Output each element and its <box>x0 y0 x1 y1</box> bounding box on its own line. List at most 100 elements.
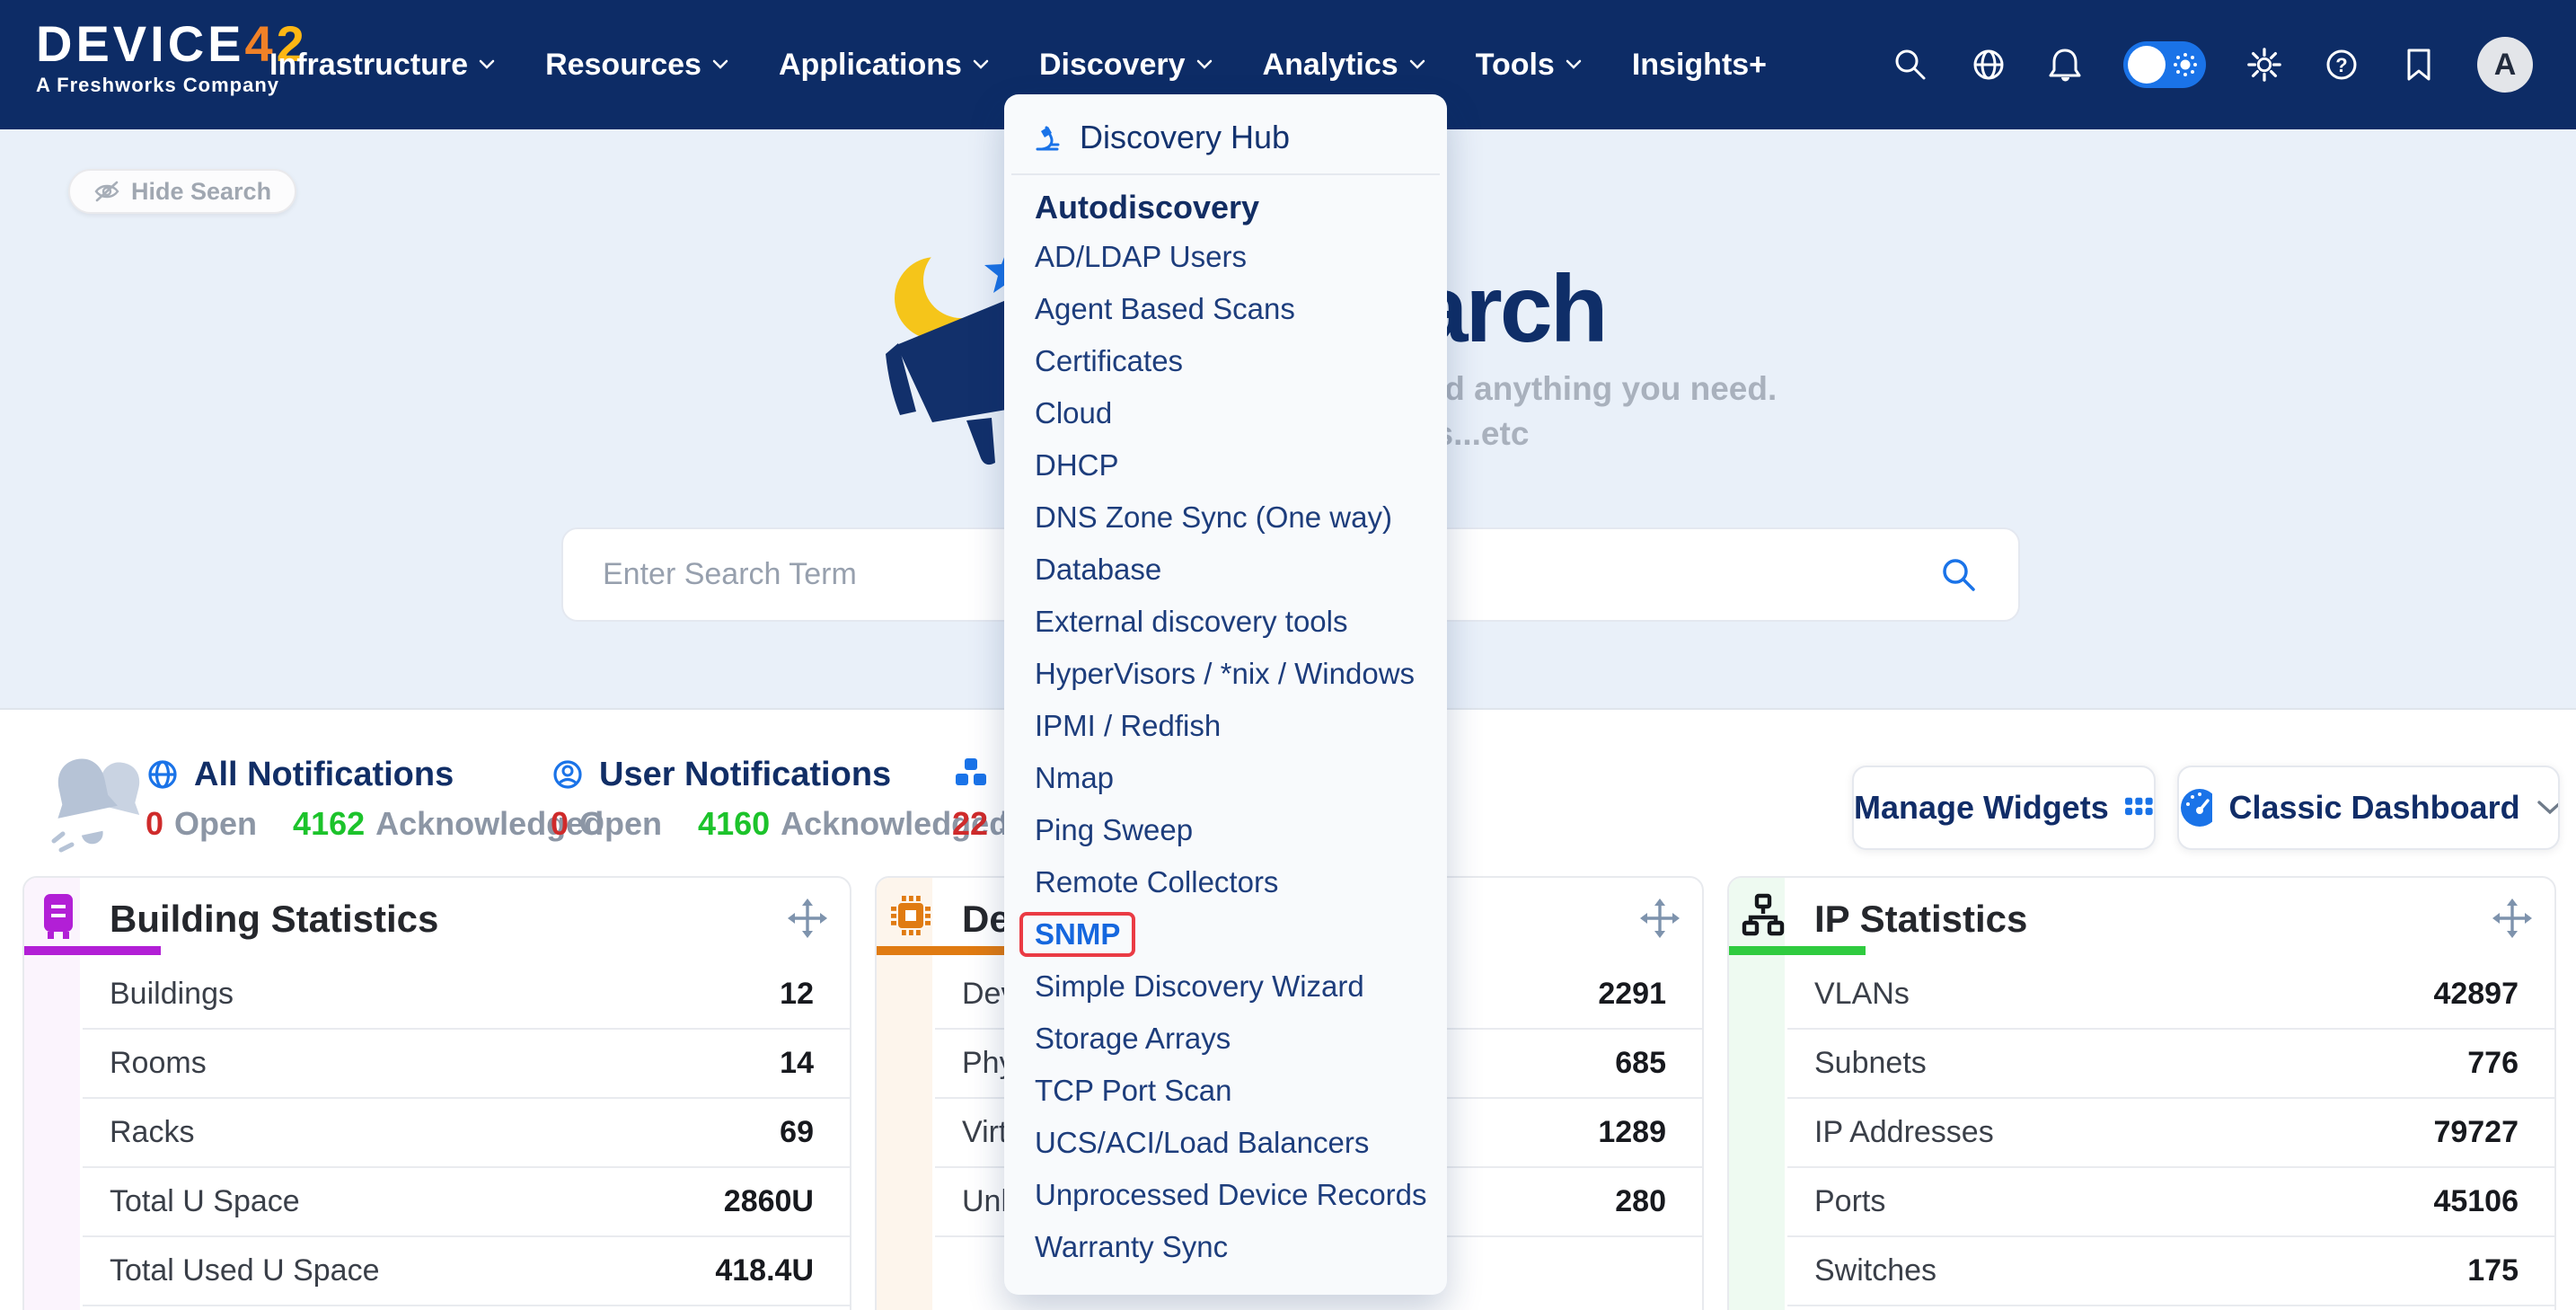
discovery-dropdown-menu: Discovery Hub Autodiscovery AD/LDAP User… <box>1004 94 1447 1295</box>
search-submit-icon[interactable] <box>1939 555 1979 595</box>
user-notifications-link[interactable]: User Notifications <box>551 755 1009 794</box>
group-label: All Notifications <box>194 756 454 794</box>
table-row[interactable]: Total Used U Space418.4U <box>83 1237 850 1306</box>
menu-item-remote-collectors[interactable]: Remote Collectors <box>1004 856 1447 908</box>
hide-search-label: Hide Search <box>131 178 271 206</box>
microscope-icon <box>1031 121 1063 154</box>
discovery-hub-label: Discovery Hub <box>1080 119 1290 156</box>
chevron-down-icon <box>1196 59 1213 70</box>
widget-title: Building Statistics <box>110 898 438 941</box>
device42-dashboard: DEVICE42 A Freshworks Company Infrastruc… <box>0 0 2576 1310</box>
menu-item-discovery-hub[interactable]: Discovery Hub <box>1004 111 1447 164</box>
menu-item-tcp-port-scan[interactable]: TCP Port Scan <box>1004 1065 1447 1117</box>
menu-item-dns-zone-sync[interactable]: DNS Zone Sync (One way) <box>1004 491 1447 544</box>
menu-item-snmp[interactable]: SNMP <box>1004 908 1447 960</box>
group-label: User Notifications <box>599 756 891 794</box>
table-row[interactable]: Subnets776 <box>1787 1030 2554 1099</box>
move-widget-handle[interactable] <box>1639 898 1681 939</box>
menu-item-warranty-sync[interactable]: Warranty Sync <box>1004 1221 1447 1273</box>
help-icon[interactable]: ? <box>2323 46 2360 84</box>
menu-item-storage-arrays[interactable]: Storage Arrays <box>1004 1013 1447 1065</box>
dashboard-selector-label: Classic Dashboard <box>2228 789 2519 827</box>
widget-accent-bar <box>24 946 161 955</box>
user-avatar[interactable]: A <box>2477 37 2533 93</box>
widget-title: IP Statistics <box>1814 898 2027 941</box>
menu-item-unprocessed-device-records[interactable]: Unprocessed Device Records <box>1004 1169 1447 1221</box>
device42-logo[interactable]: DEVICE42 A Freshworks Company <box>36 18 308 97</box>
cubes-icon <box>952 757 990 792</box>
menu-item-ad-ldap-users[interactable]: AD/LDAP Users <box>1004 231 1447 283</box>
cpu-chip-icon <box>887 890 934 941</box>
eye-off-icon <box>93 180 120 203</box>
globe-icon <box>146 757 180 792</box>
navbar-actions: ? A <box>1892 0 2533 129</box>
all-notifications-counts[interactable]: 0 Open 4162 Acknowledged <box>146 805 604 843</box>
menu-item-ping-sweep[interactable]: Ping Sweep <box>1004 804 1447 856</box>
open-count: 0 <box>551 805 569 843</box>
menu-item-ucs-aci-load-balancers[interactable]: UCS/ACI/Load Balancers <box>1004 1117 1447 1169</box>
table-row[interactable]: Buildings12 <box>83 960 850 1030</box>
menu-item-nmap[interactable]: Nmap <box>1004 752 1447 804</box>
menu-item-database[interactable]: Database <box>1004 544 1447 596</box>
user-notifications-counts[interactable]: 0 Open 4160 Acknowledged <box>551 805 1009 843</box>
ip-statistics-widget: IP Statistics VLANs42897 Subnets776 IP A… <box>1727 876 2556 1310</box>
notifications-bell-icon[interactable] <box>2046 46 2084 84</box>
hide-search-button[interactable]: Hide Search <box>68 169 296 214</box>
search-icon[interactable] <box>1892 46 1929 84</box>
menu-item-hypervisors-nix-windows[interactable]: HyperVisors / *nix / Windows <box>1004 648 1447 700</box>
menu-item-certificates[interactable]: Certificates <box>1004 335 1447 387</box>
chevron-down-icon <box>479 59 495 70</box>
settings-gear-icon[interactable] <box>2245 46 2283 84</box>
table-row[interactable]: Rooms14 <box>83 1030 850 1099</box>
table-row[interactable]: Switches175 <box>1787 1237 2554 1306</box>
move-widget-handle[interactable] <box>787 898 828 939</box>
dashboard-selector[interactable]: Classic Dashboard <box>2177 766 2560 850</box>
widget-rows: Buildings12 Rooms14 Racks69 Total U Spac… <box>83 960 850 1310</box>
bells-illustration <box>47 744 147 855</box>
menu-infrastructure[interactable]: Infrastructure <box>269 48 495 83</box>
menu-section-autodiscovery: Autodiscovery <box>1004 184 1447 231</box>
table-row[interactable]: IP Addresses79727 <box>1787 1099 2554 1168</box>
menu-tools[interactable]: Tools <box>1476 48 1582 83</box>
menu-insights[interactable]: Insights+ <box>1632 48 1767 83</box>
table-row[interactable]: Total U Space2860U <box>83 1168 850 1237</box>
menu-resources[interactable]: Resources <box>545 48 728 83</box>
menu-item-ipmi-redfish[interactable]: IPMI / Redfish <box>1004 700 1447 752</box>
bookmark-icon[interactable] <box>2400 46 2438 84</box>
ack-count: 4160 <box>698 805 770 843</box>
widget-rows: VLANs42897 Subnets776 IP Addresses79727 … <box>1787 960 2554 1310</box>
table-row[interactable] <box>83 1306 850 1310</box>
menu-item-external-discovery-tools[interactable]: External discovery tools <box>1004 596 1447 648</box>
manage-widgets-button[interactable]: Manage Widgets <box>1852 766 2156 850</box>
menu-divider <box>1011 173 1440 175</box>
logo-text: DEVICE42 <box>36 18 308 70</box>
widget-accent-bar <box>1729 946 1866 955</box>
open-count: 0 <box>146 805 163 843</box>
table-row[interactable]: Ports45106 <box>1787 1168 2554 1237</box>
toggle-knob <box>2128 46 2166 84</box>
building-statistics-widget: Building Statistics Buildings12 Rooms14 … <box>22 876 851 1310</box>
menu-applications[interactable]: Applications <box>779 48 989 83</box>
snmp-highlight-box: SNMP <box>1019 912 1135 957</box>
widget-accent-strip <box>1729 878 1785 1310</box>
menu-analytics[interactable]: Analytics <box>1263 48 1425 83</box>
globe-icon[interactable] <box>1969 46 2007 84</box>
svg-text:?: ? <box>2335 54 2347 76</box>
avatar-letter: A <box>2494 48 2517 83</box>
all-notifications-group: All Notifications 0 Open 4162 Acknowledg… <box>146 755 604 843</box>
menu-item-simple-discovery-wizard[interactable]: Simple Discovery Wizard <box>1004 960 1447 1013</box>
menu-item-cloud[interactable]: Cloud <box>1004 387 1447 439</box>
all-notifications-link[interactable]: All Notifications <box>146 755 604 794</box>
widget-accent-bar <box>877 946 1013 955</box>
table-row[interactable] <box>1787 1306 2554 1310</box>
table-row[interactable]: VLANs42897 <box>1787 960 2554 1030</box>
menu-item-agent-based-scans[interactable]: Agent Based Scans <box>1004 283 1447 335</box>
open-count: 22 <box>952 805 988 843</box>
menu-item-dhcp[interactable]: DHCP <box>1004 439 1447 491</box>
table-row[interactable]: Racks69 <box>83 1099 850 1168</box>
move-widget-handle[interactable] <box>2492 898 2533 939</box>
theme-toggle[interactable] <box>2123 41 2206 88</box>
menu-discovery[interactable]: Discovery <box>1039 48 1213 83</box>
chevron-down-icon <box>973 59 989 70</box>
sitemap-network-icon <box>1740 890 1786 941</box>
